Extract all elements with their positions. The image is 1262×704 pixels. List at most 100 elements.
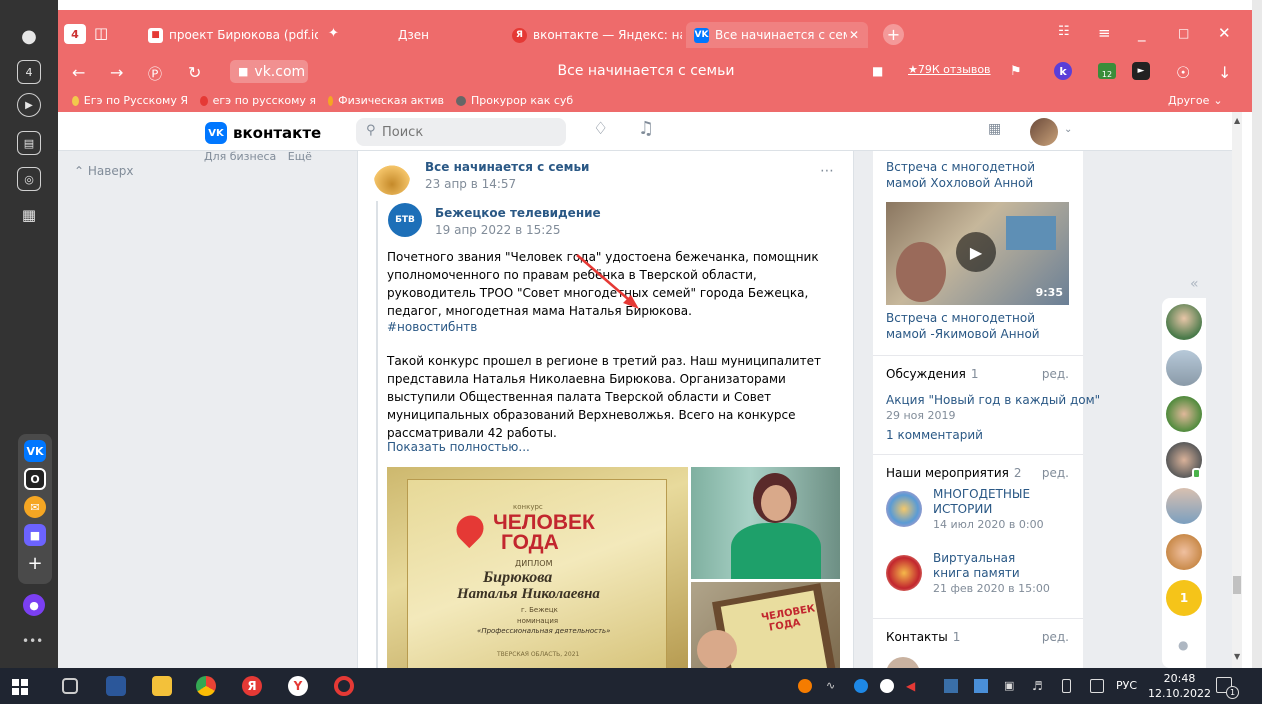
collections-icon[interactable]: ▤: [17, 131, 41, 155]
opera-icon[interactable]: [334, 676, 354, 696]
contacts-edit-link[interactable]: ред.: [1042, 630, 1069, 644]
clock[interactable]: 20:48 12.10.2022: [1148, 671, 1211, 701]
chat-app-icon[interactable]: ■: [24, 524, 46, 546]
word-icon[interactable]: [106, 676, 126, 696]
collapse-friends-icon[interactable]: «: [1190, 276, 1199, 292]
url-field[interactable]: ■ vk.com: [230, 60, 308, 83]
discussion-topic-link[interactable]: Акция "Новый год в каждый дом": [886, 393, 1100, 407]
tab-pdf[interactable]: ■ проект Бирюкова (pdf.io): [148, 22, 318, 48]
tray-screen-icon[interactable]: [1090, 679, 1104, 693]
tray-monitor-icon[interactable]: [974, 679, 988, 693]
shield-icon[interactable]: ☉: [1176, 63, 1190, 82]
for-business-link[interactable]: Для бизнеса: [204, 150, 276, 163]
scroll-down-icon[interactable]: ▼: [1234, 652, 1240, 661]
more-link[interactable]: Ещё: [288, 150, 312, 163]
battery-icon[interactable]: [1062, 679, 1071, 693]
reviews-link[interactable]: ★79К отзывов: [908, 63, 991, 76]
home-tabs-icon[interactable]: 4: [64, 24, 86, 44]
event-name-link[interactable]: Виртуальная книга памяти: [933, 551, 1053, 581]
play-icon[interactable]: ▶: [17, 93, 41, 117]
tray-arrow-icon[interactable]: ◀: [906, 679, 920, 693]
repost-date[interactable]: 19 апр 2022 в 15:25: [435, 223, 561, 237]
screenshot-icon[interactable]: ◎: [17, 167, 41, 191]
post-author[interactable]: Все начинается с семьи: [425, 160, 589, 174]
bookmark-ege-1[interactable]: Егэ по Русскому Я: [72, 94, 188, 107]
forward-icon[interactable]: →: [110, 63, 123, 82]
yandex-y-icon[interactable]: Y: [288, 676, 308, 696]
download-icon[interactable]: ↓: [1218, 63, 1231, 82]
notifications-bell-icon[interactable]: ♢: [593, 119, 608, 139]
bookmark-icon[interactable]: ⚑: [1010, 64, 1022, 79]
contact-avatar[interactable]: [886, 657, 920, 668]
scroll-thumb[interactable]: [1233, 576, 1241, 594]
friend-avatar[interactable]: [1166, 350, 1202, 386]
chrome-icon[interactable]: [196, 676, 216, 696]
minimize-icon[interactable]: _: [1138, 24, 1146, 42]
friends-count-badge[interactable]: 1: [1166, 580, 1202, 616]
video2-thumbnail[interactable]: ▶ 9:35: [886, 202, 1069, 305]
discussions-edit-link[interactable]: ред.: [1042, 367, 1069, 381]
reload-icon[interactable]: ↻: [188, 63, 201, 82]
alice-icon[interactable]: ●: [23, 594, 45, 616]
task-view-icon[interactable]: [62, 678, 78, 694]
media-extension-icon[interactable]: ►: [1132, 62, 1150, 80]
hashtag-link[interactable]: #новостибнтв: [387, 320, 477, 334]
vk-logo[interactable]: VK вконтакте: [205, 122, 321, 144]
repost-avatar[interactable]: БТВ: [388, 203, 422, 237]
wifi-icon[interactable]: ∿: [826, 679, 840, 693]
volume-icon[interactable]: ♬: [1032, 679, 1046, 693]
mail-app-icon[interactable]: ✉: [24, 496, 46, 518]
events-title[interactable]: Наши мероприятия 2: [886, 466, 1022, 480]
yandex-browser-icon[interactable]: Я: [242, 676, 262, 696]
bookmarks-other[interactable]: Другое ⌄: [1168, 94, 1223, 107]
menu-icon[interactable]: ≡: [1098, 24, 1111, 42]
bookmark-physical[interactable]: Физическая актив: [328, 94, 444, 107]
tabs-counter-icon[interactable]: 4: [17, 60, 41, 84]
chat-bubble-icon[interactable]: ●: [1178, 638, 1188, 652]
friend-avatar[interactable]: [1166, 396, 1202, 432]
discussion-comments-link[interactable]: 1 комментарий: [886, 428, 983, 442]
new-tab-button[interactable]: +: [883, 24, 904, 45]
apps-grid-icon[interactable]: ▦: [17, 203, 41, 227]
post-photo-portrait[interactable]: [691, 467, 840, 579]
comment-icon[interactable]: ■: [872, 64, 883, 78]
language-indicator[interactable]: РУС: [1116, 679, 1137, 692]
friend-avatar[interactable]: [1166, 304, 1202, 340]
yandex-tray-icon[interactable]: [880, 679, 894, 693]
tray-app-icon[interactable]: [798, 679, 812, 693]
close-tab-icon[interactable]: ✕: [849, 28, 859, 42]
bluetooth-icon[interactable]: [854, 679, 868, 693]
bookmarks-panel-icon[interactable]: ☷: [1058, 24, 1070, 39]
back-icon[interactable]: ←: [72, 63, 85, 82]
events-edit-link[interactable]: ред.: [1042, 466, 1069, 480]
event-name-link[interactable]: МНОГОДЕТНЫЕ ИСТОРИИ: [933, 487, 1053, 517]
user-avatar[interactable]: [1030, 118, 1058, 146]
start-icon[interactable]: [12, 679, 28, 695]
more-dots-icon[interactable]: •••: [22, 634, 43, 648]
add-app-icon[interactable]: +: [24, 552, 46, 574]
network-icon[interactable]: ▣: [1004, 679, 1018, 693]
tray-window-icon[interactable]: [944, 679, 958, 693]
community-avatar[interactable]: [374, 159, 410, 195]
new-tab-group-icon[interactable]: ◫: [94, 24, 108, 42]
tab-vk-active[interactable]: VK Все начинается с семьи ✕: [686, 22, 868, 48]
yandex-icon[interactable]: Ⓟ: [148, 64, 162, 84]
music-icon[interactable]: ♫: [638, 118, 654, 139]
friend-avatar[interactable]: [1166, 488, 1202, 524]
k-extension-icon[interactable]: k: [1054, 62, 1072, 80]
contacts-title[interactable]: Контакты 1: [886, 630, 960, 644]
tab-yandex-search[interactable]: Я вконтакте — Яндекс: наш: [512, 22, 682, 48]
services-grid-icon[interactable]: ▦: [988, 121, 1001, 137]
post-menu-icon[interactable]: ⋯: [820, 163, 834, 179]
bookmark-prosecutor[interactable]: Прокурор как суб: [456, 94, 586, 107]
tab-dzen[interactable]: Дзен: [398, 22, 518, 48]
discussions-title[interactable]: Обсуждения 1: [886, 367, 979, 381]
video1-caption[interactable]: Встреча с многодетной мамой Хохловой Анн…: [886, 159, 1066, 191]
chevron-down-icon[interactable]: ⌄: [1064, 124, 1072, 135]
profile-icon[interactable]: ●: [17, 24, 41, 48]
friend-avatar[interactable]: [1166, 534, 1202, 570]
play-icon[interactable]: ▶: [956, 232, 996, 272]
search-input[interactable]: [356, 118, 566, 146]
page-scrollbar[interactable]: ▲ ▼: [1232, 112, 1242, 668]
scroll-up-icon[interactable]: ▲: [1234, 116, 1240, 125]
